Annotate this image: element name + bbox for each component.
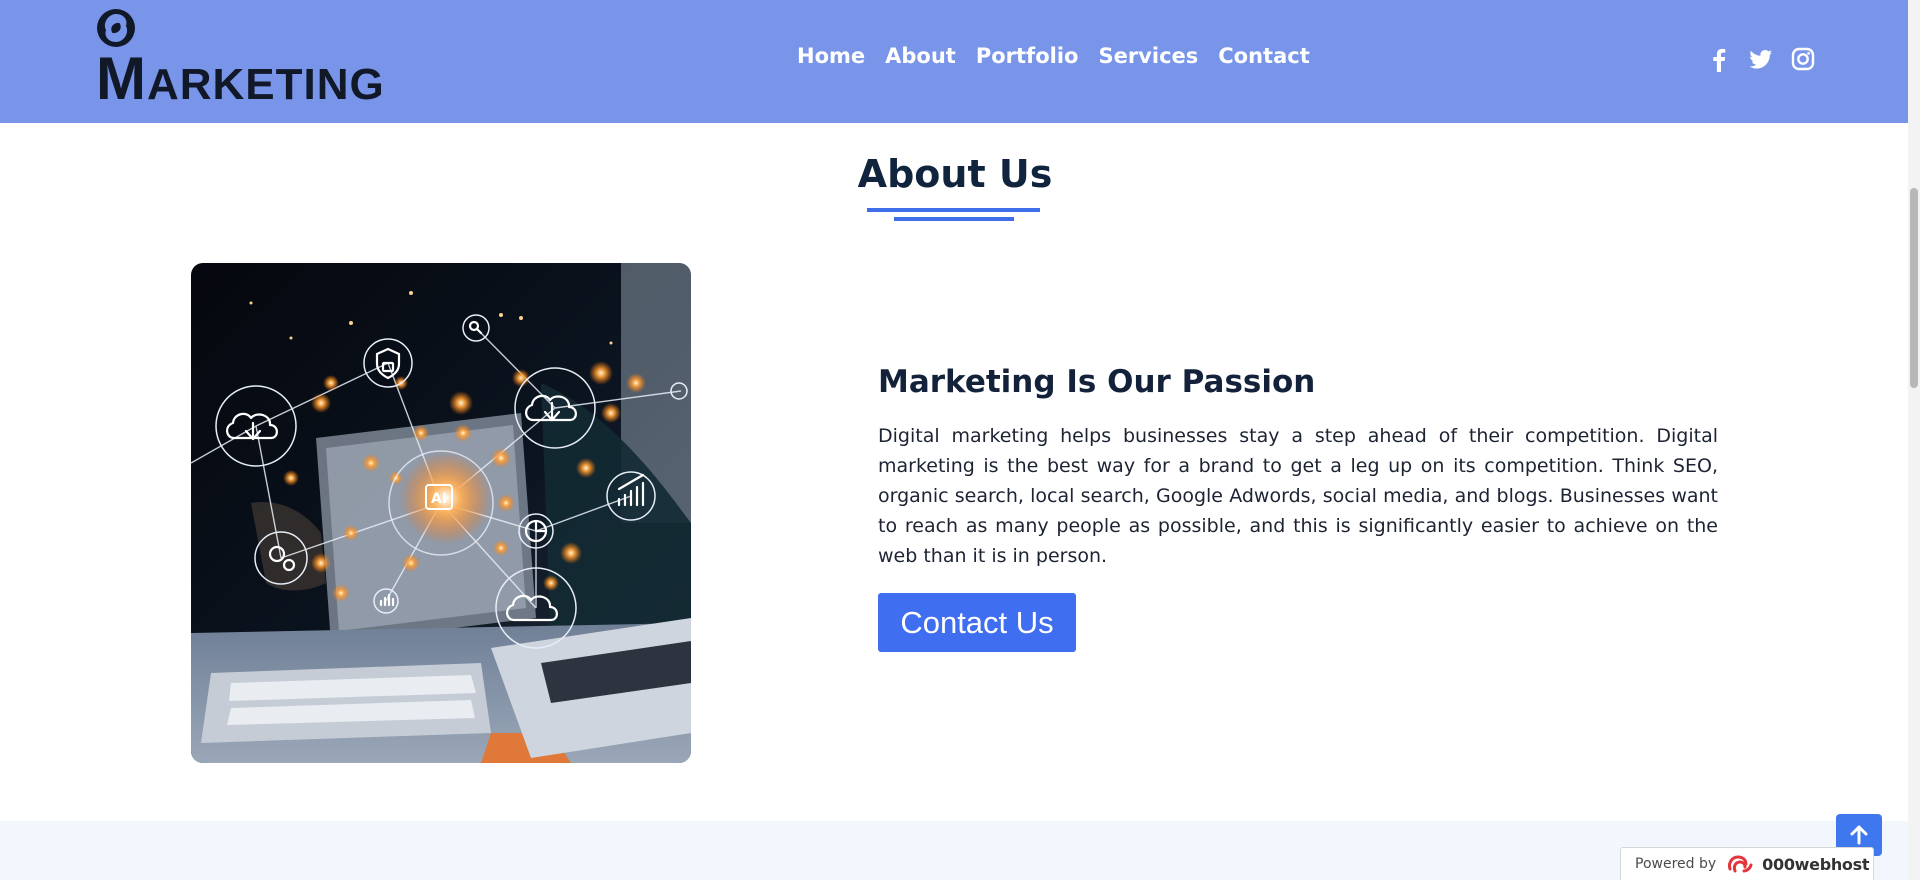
main-nav: Home About Portfolio Services Contact [797, 44, 1310, 68]
title-underline [867, 208, 1040, 212]
arrow-up-icon [1850, 825, 1868, 845]
nav-contact[interactable]: Contact [1218, 44, 1310, 68]
about-subheading: Marketing Is Our Passion [878, 364, 1316, 400]
nav-portfolio[interactable]: Portfolio [976, 44, 1079, 68]
ai-chip-label: AI [431, 491, 447, 507]
contact-us-button[interactable]: Contact Us [878, 593, 1076, 652]
about-paragraph: Digital marketing helps businesses stay … [878, 425, 1718, 567]
about-image: AI [191, 263, 691, 763]
nav-home[interactable]: Home [797, 44, 865, 68]
powered-by-label: Powered by [1635, 856, 1717, 872]
nav-services[interactable]: Services [1098, 44, 1198, 68]
powered-by-brand: 000webhost [1762, 854, 1870, 874]
nav-about[interactable]: About [885, 44, 956, 68]
logo-initial: M [96, 45, 147, 112]
logo-text: MARKETING [96, 44, 385, 113]
page: MARKETING Home About Portfolio Services … [0, 0, 1920, 880]
logo-wordmark: ARKETING [146, 60, 385, 109]
social-links [1706, 46, 1816, 72]
page-scrollbar[interactable] [1908, 0, 1920, 880]
site-header: MARKETING Home About Portfolio Services … [0, 0, 1908, 123]
facebook-icon[interactable] [1706, 46, 1732, 72]
instagram-icon[interactable] [1790, 46, 1816, 72]
scrollbar-thumb[interactable] [1910, 188, 1918, 388]
title-underline-short [894, 217, 1014, 221]
site-logo[interactable]: MARKETING [93, 4, 384, 112]
twitter-icon[interactable] [1748, 46, 1774, 72]
powered-by-badge[interactable]: Powered by 000webhost [1620, 847, 1874, 880]
section-title: About Us [857, 152, 1053, 196]
digital-network-illustration: AI [191, 263, 691, 763]
webhost-logo-icon [1728, 855, 1753, 873]
